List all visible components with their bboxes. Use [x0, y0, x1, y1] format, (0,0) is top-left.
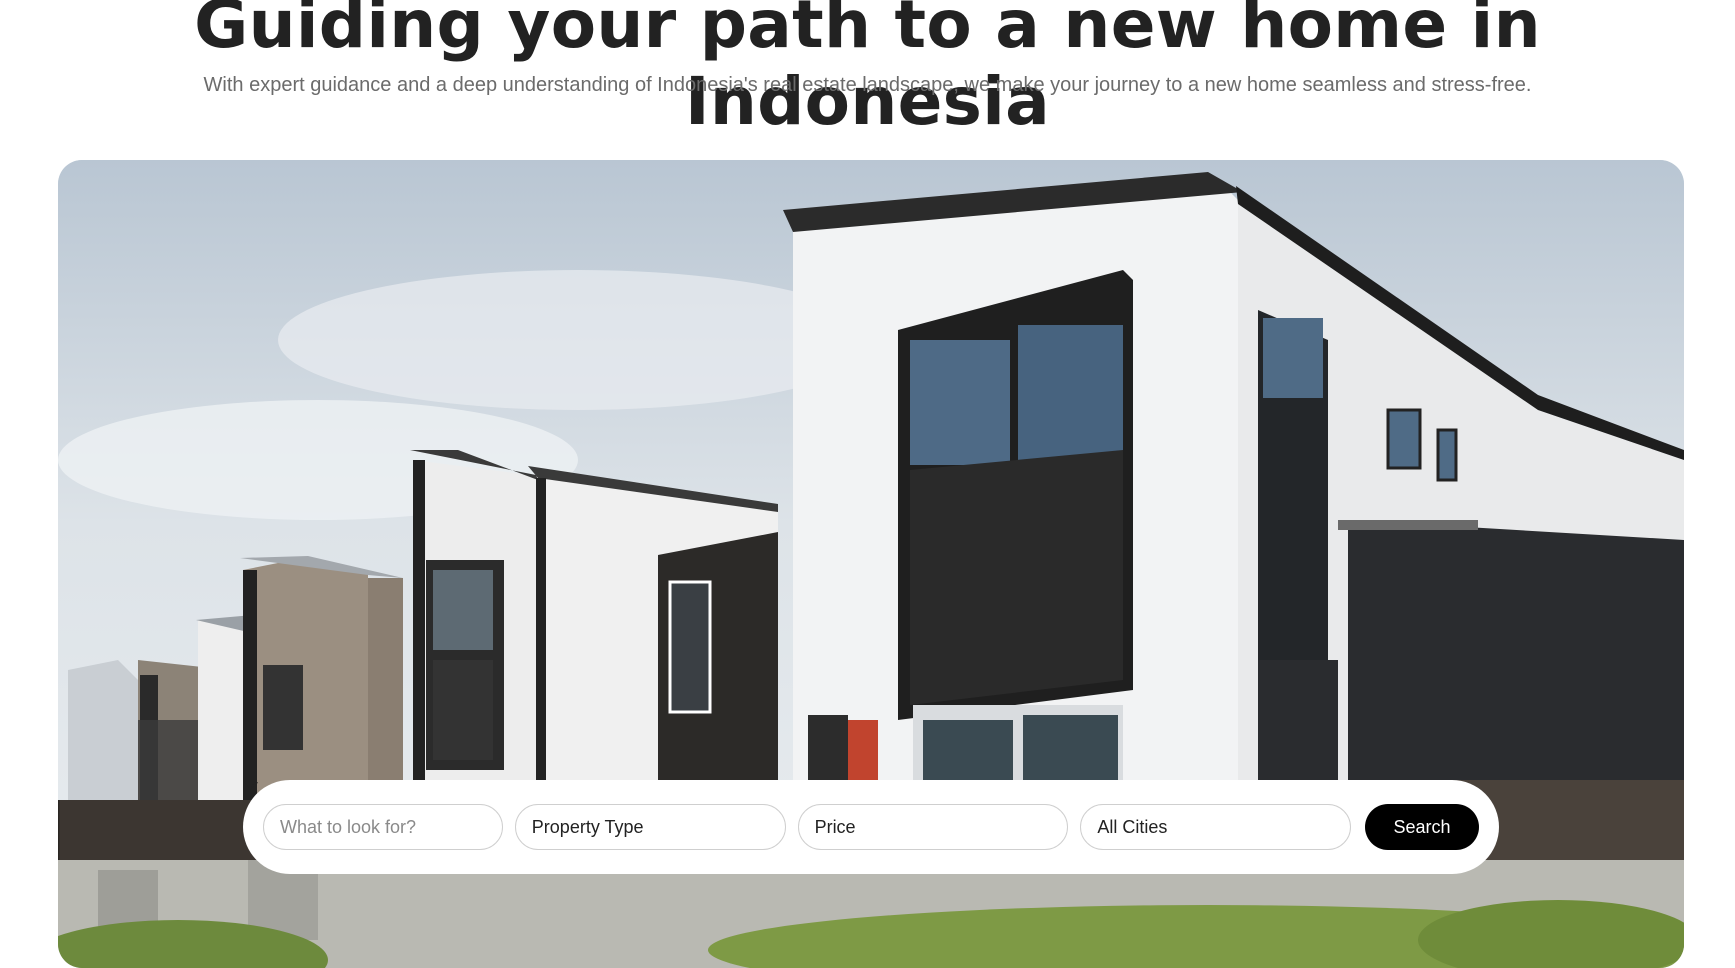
city-select[interactable]: All Cities [244, 781, 1352, 850]
chevron-down-icon [244, 781, 258, 790]
property-type-value: Property Type [531, 816, 644, 837]
city-value: All Cities [1097, 816, 1168, 837]
price-select[interactable]: Price [244, 781, 1069, 850]
search-bar: What to look for? Property Type Price Al… [243, 780, 1499, 874]
search-input[interactable]: What to look for? [263, 804, 503, 850]
page-subtitle: With expert guidance and a deep understa… [203, 74, 1532, 96]
property-type-select[interactable]: Property Type [244, 781, 786, 850]
hero-image: What to look for? Property Type Price Al… [58, 160, 1684, 968]
search-input-placeholder: What to look for? [280, 816, 417, 837]
search-button[interactable]: Search [1365, 804, 1479, 850]
price-value: Price [814, 816, 856, 837]
page-title: Guiding your path to a new home in Indon… [194, 0, 1541, 140]
